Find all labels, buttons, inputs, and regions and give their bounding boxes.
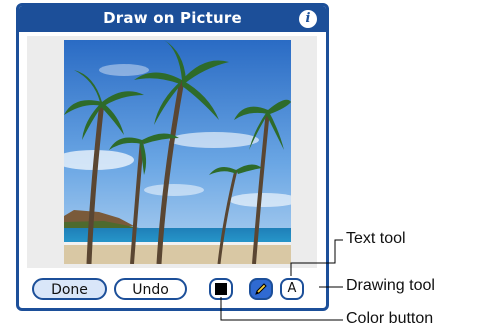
color-button-callout: Color button [346,310,434,327]
color-button-callout-line [220,297,343,321]
text-tool-callout-line [290,239,343,276]
text-tool-callout: Text tool [346,230,406,247]
drawing-tool-callout: Drawing tool [346,277,435,294]
